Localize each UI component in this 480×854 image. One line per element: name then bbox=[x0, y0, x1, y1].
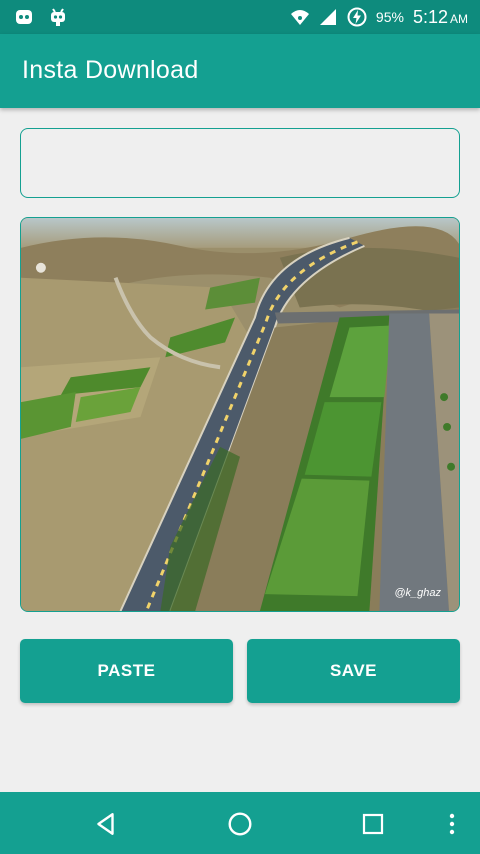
clock-ampm: AM bbox=[450, 11, 468, 26]
app-bar: Insta Download bbox=[0, 34, 480, 108]
back-icon[interactable] bbox=[88, 806, 124, 842]
image-preview: @k_ghaz bbox=[20, 217, 460, 612]
overflow-menu-icon[interactable] bbox=[436, 806, 468, 842]
url-input[interactable] bbox=[20, 128, 460, 198]
battery-percent: 95% bbox=[375, 9, 404, 25]
paste-button[interactable]: PASTE bbox=[20, 639, 233, 703]
home-icon[interactable] bbox=[222, 806, 258, 842]
save-button[interactable]: SAVE bbox=[247, 639, 460, 703]
app-title: Insta Download bbox=[22, 56, 199, 84]
clock-time: 5:12 bbox=[412, 6, 448, 27]
status-bar: 95% 5:12 AM bbox=[0, 0, 480, 34]
battery-charging-icon bbox=[347, 7, 367, 27]
preview-image bbox=[21, 218, 459, 611]
navigation-bar bbox=[0, 792, 480, 854]
recents-icon[interactable] bbox=[355, 806, 391, 842]
photo-watermark: @k_ghaz bbox=[394, 587, 441, 599]
signal-icon bbox=[318, 7, 338, 27]
wifi-icon bbox=[289, 7, 309, 27]
notification-icon bbox=[14, 7, 34, 27]
android-debug-icon bbox=[48, 7, 68, 27]
clock: 5:12 AM bbox=[413, 7, 468, 28]
